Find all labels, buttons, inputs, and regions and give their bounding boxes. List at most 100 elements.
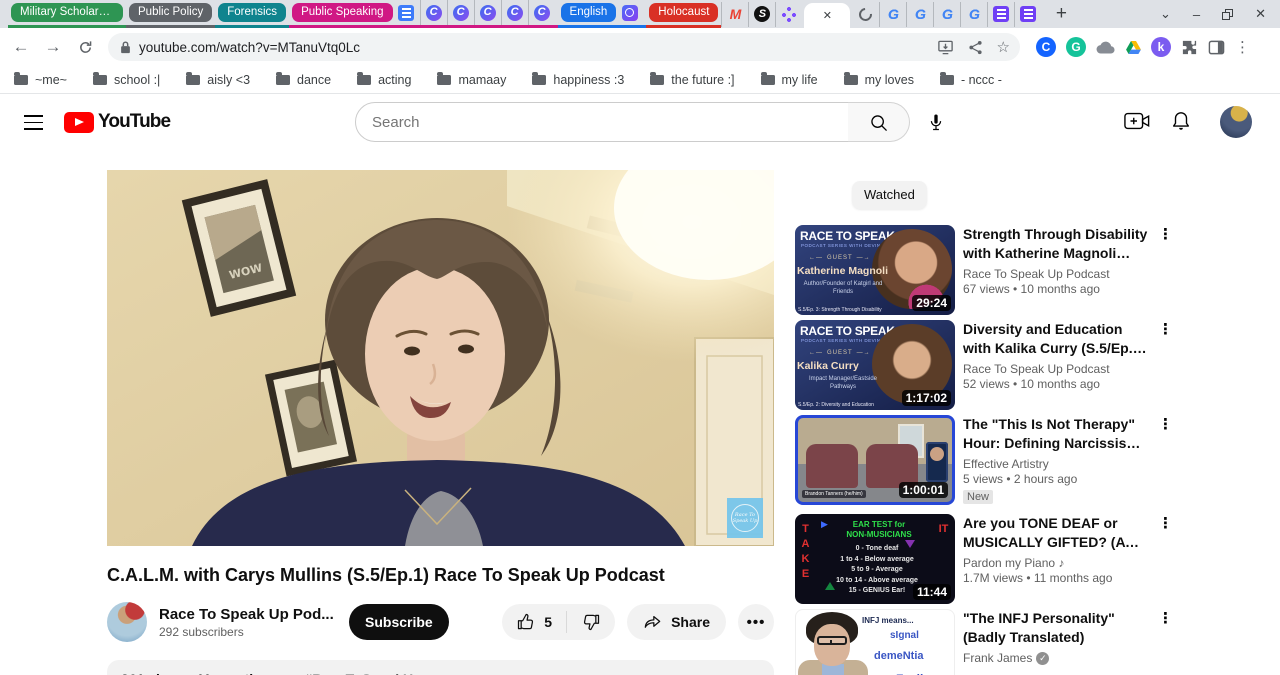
description-box[interactable]: 261 views 11 months ago #RaceToSpeakUp [107, 660, 774, 675]
notifications-button[interactable] [1170, 110, 1192, 137]
browser-menu-kebab-icon[interactable]: ⋮ [1235, 38, 1251, 56]
tab-ring-app[interactable] [852, 2, 879, 27]
reload-button[interactable] [72, 34, 98, 60]
channel-watermark[interactable]: Race To Speak Up [727, 498, 763, 538]
tab-google-2[interactable]: G [906, 1, 933, 27]
channel-avatar[interactable] [107, 602, 147, 642]
dislike-button[interactable] [567, 612, 615, 632]
suggested-channel[interactable]: Frank James ✓ [963, 651, 1151, 665]
bookmark-folder[interactable]: mamaay [437, 71, 506, 87]
tab-canvas-3[interactable]: C [473, 0, 501, 25]
tab-group-label-public-policy[interactable]: Public Policy [129, 3, 213, 22]
search-box[interactable] [355, 102, 849, 142]
create-video-button[interactable] [1124, 111, 1150, 136]
channel-name[interactable]: Race To Speak Up Pod... [159, 606, 334, 623]
suggested-video-title[interactable]: "The INFJ Personality" (Badly Translated… [963, 609, 1151, 647]
bookmark-folder[interactable]: the future :] [650, 71, 735, 87]
tab-search-chevron-icon[interactable]: ⌄ [1160, 6, 1171, 22]
video-options-kebab-icon[interactable]: ⋮ [1158, 415, 1173, 433]
video-options-kebab-icon[interactable]: ⋮ [1158, 514, 1173, 532]
tab-canvas-5[interactable]: C [527, 0, 555, 25]
subscribe-button[interactable]: Subscribe [349, 604, 449, 640]
save-to-device-icon[interactable] [937, 39, 954, 56]
suggested-video-item[interactable]: TAKE IT ▶ EAR TEST for NON-MUSICIANS 0 - … [795, 514, 1175, 604]
video-thumbnail[interactable]: TAKE IT ▶ EAR TEST for NON-MUSICIANS 0 - … [795, 514, 955, 604]
tab-active-youtube[interactable]: ✕ [804, 3, 851, 28]
video-options-kebab-icon[interactable]: ⋮ [1158, 609, 1173, 627]
side-panel-icon[interactable] [1208, 39, 1225, 56]
bookmark-folder[interactable]: ~me~ [14, 71, 67, 87]
share-icon[interactable] [968, 40, 983, 55]
suggested-video-item[interactable]: RACE TO SPEAK UP PODCAST SERIES WITH DEV… [795, 225, 1175, 315]
like-button[interactable]: 5 [502, 612, 566, 632]
tab-canvas-4[interactable]: C [500, 0, 528, 25]
suggested-video-title[interactable]: Diversity and Education with Kalika Curr… [963, 320, 1151, 358]
filter-chip-watched[interactable]: Watched [852, 181, 927, 209]
share-button[interactable]: Share [627, 604, 726, 640]
tab-blue-list[interactable] [393, 0, 420, 25]
guide-menu-icon[interactable] [24, 115, 43, 135]
suggested-channel[interactable]: Race To Speak Up Podcast [963, 267, 1151, 281]
more-actions-button[interactable]: ••• [738, 604, 774, 640]
video-thumbnail[interactable]: RACE TO SPEAK UP PODCAST SERIES WITH DEV… [795, 225, 955, 315]
cloud-extension-icon[interactable] [1096, 40, 1116, 54]
hashtag-link[interactable]: #RaceToSpeakUp [304, 671, 421, 675]
bookmark-folder[interactable]: acting [357, 71, 411, 87]
video-options-kebab-icon[interactable]: ⋮ [1158, 225, 1173, 243]
tab-gmail[interactable]: M [721, 1, 748, 27]
suggested-video-item[interactable]: INFJ means... sIgnal demeNtia Feeling "T… [795, 609, 1175, 675]
video-thumbnail[interactable]: Brandon Tanners (he/him) 1:00:01 [795, 415, 955, 505]
bookmark-folder[interactable]: dance [276, 71, 331, 87]
tab-group-label-english[interactable]: English [560, 3, 617, 22]
tab-close-icon[interactable]: ✕ [823, 9, 832, 22]
tab-purple-grid-1[interactable] [987, 1, 1014, 27]
video-thumbnail[interactable]: INFJ means... sIgnal demeNtia Feeling [795, 609, 955, 675]
window-restore-button[interactable] [1222, 8, 1234, 20]
suggested-video-title[interactable]: Are you TONE DEAF or MUSICALLY GIFTED? (… [963, 514, 1151, 552]
video-options-kebab-icon[interactable]: ⋮ [1158, 320, 1173, 338]
account-avatar[interactable] [1220, 106, 1252, 138]
bookmark-folder[interactable]: - nccc - [939, 71, 1002, 87]
suggested-channel[interactable]: Effective Artistry [963, 457, 1151, 471]
suggested-channel[interactable]: Race To Speak Up Podcast [963, 362, 1151, 376]
window-close-button[interactable]: ✕ [1255, 6, 1266, 22]
tab-group-label-holocaust[interactable]: Holocaust [649, 3, 719, 22]
suggested-video-title[interactable]: Strength Through Disability with Katheri… [963, 225, 1151, 263]
back-button[interactable]: ← [8, 34, 34, 60]
search-button[interactable] [848, 102, 910, 142]
tab-s-app[interactable]: S [748, 1, 775, 27]
youtube-logo[interactable]: YouTube [64, 111, 171, 133]
tab-group-label-forensics[interactable]: Forensics [218, 3, 287, 22]
bookmark-folder[interactable]: my life [760, 71, 818, 87]
suggested-video-title[interactable]: The "This Is Not Therapy" Hour: Defining… [963, 415, 1151, 453]
tab-google-4[interactable]: G [960, 1, 987, 27]
tab-group-label-public-speaking[interactable]: Public Speaking [292, 3, 393, 22]
tab-canvas-2[interactable]: C [446, 0, 474, 25]
bookmark-star-icon[interactable]: ☆ [997, 38, 1010, 56]
suggested-video-item[interactable]: Brandon Tanners (he/him) 1:00:01 The "Th… [795, 415, 1175, 505]
forward-button[interactable]: → [40, 34, 66, 60]
tab-purple-dots[interactable] [775, 1, 802, 27]
bookmark-folder[interactable]: school :| [92, 71, 160, 87]
video-player[interactable]: WOW Race To Speak Up [107, 170, 774, 546]
clever-extension-icon[interactable]: C [1036, 37, 1056, 57]
suggested-video-item[interactable]: RACE TO SPEAK UP PODCAST SERIES WITH DEV… [795, 320, 1175, 410]
bookmark-folder[interactable]: my loves [843, 71, 914, 87]
search-input[interactable] [372, 113, 812, 131]
bookmark-folder[interactable]: happiness :3 [532, 71, 624, 87]
window-minimize-button[interactable]: – [1193, 7, 1200, 22]
tab-canvas-1[interactable]: C [419, 0, 447, 25]
tab-google-1[interactable]: G [879, 1, 906, 27]
voice-search-button[interactable] [920, 106, 952, 138]
tab-google-3[interactable]: G [933, 1, 960, 27]
google-drive-icon[interactable] [1126, 40, 1141, 54]
suggested-channel[interactable]: Pardon my Piano ♪ [963, 556, 1151, 570]
tab-group-label-military-scholarships[interactable]: Military Scholarships [11, 3, 123, 22]
kami-extension-icon[interactable]: k [1151, 37, 1171, 57]
tab-purple-grid-2[interactable] [1014, 1, 1041, 27]
video-thumbnail[interactable]: RACE TO SPEAK UP PODCAST SERIES WITH DEV… [795, 320, 955, 410]
address-bar[interactable]: youtube.com/watch?v=MTanuVtq0Lc ☆ [108, 33, 1020, 61]
extensions-puzzle-icon[interactable] [1181, 39, 1198, 56]
tab-badge-app[interactable] [616, 0, 643, 25]
bookmark-folder[interactable]: aisly <3 [186, 71, 250, 87]
